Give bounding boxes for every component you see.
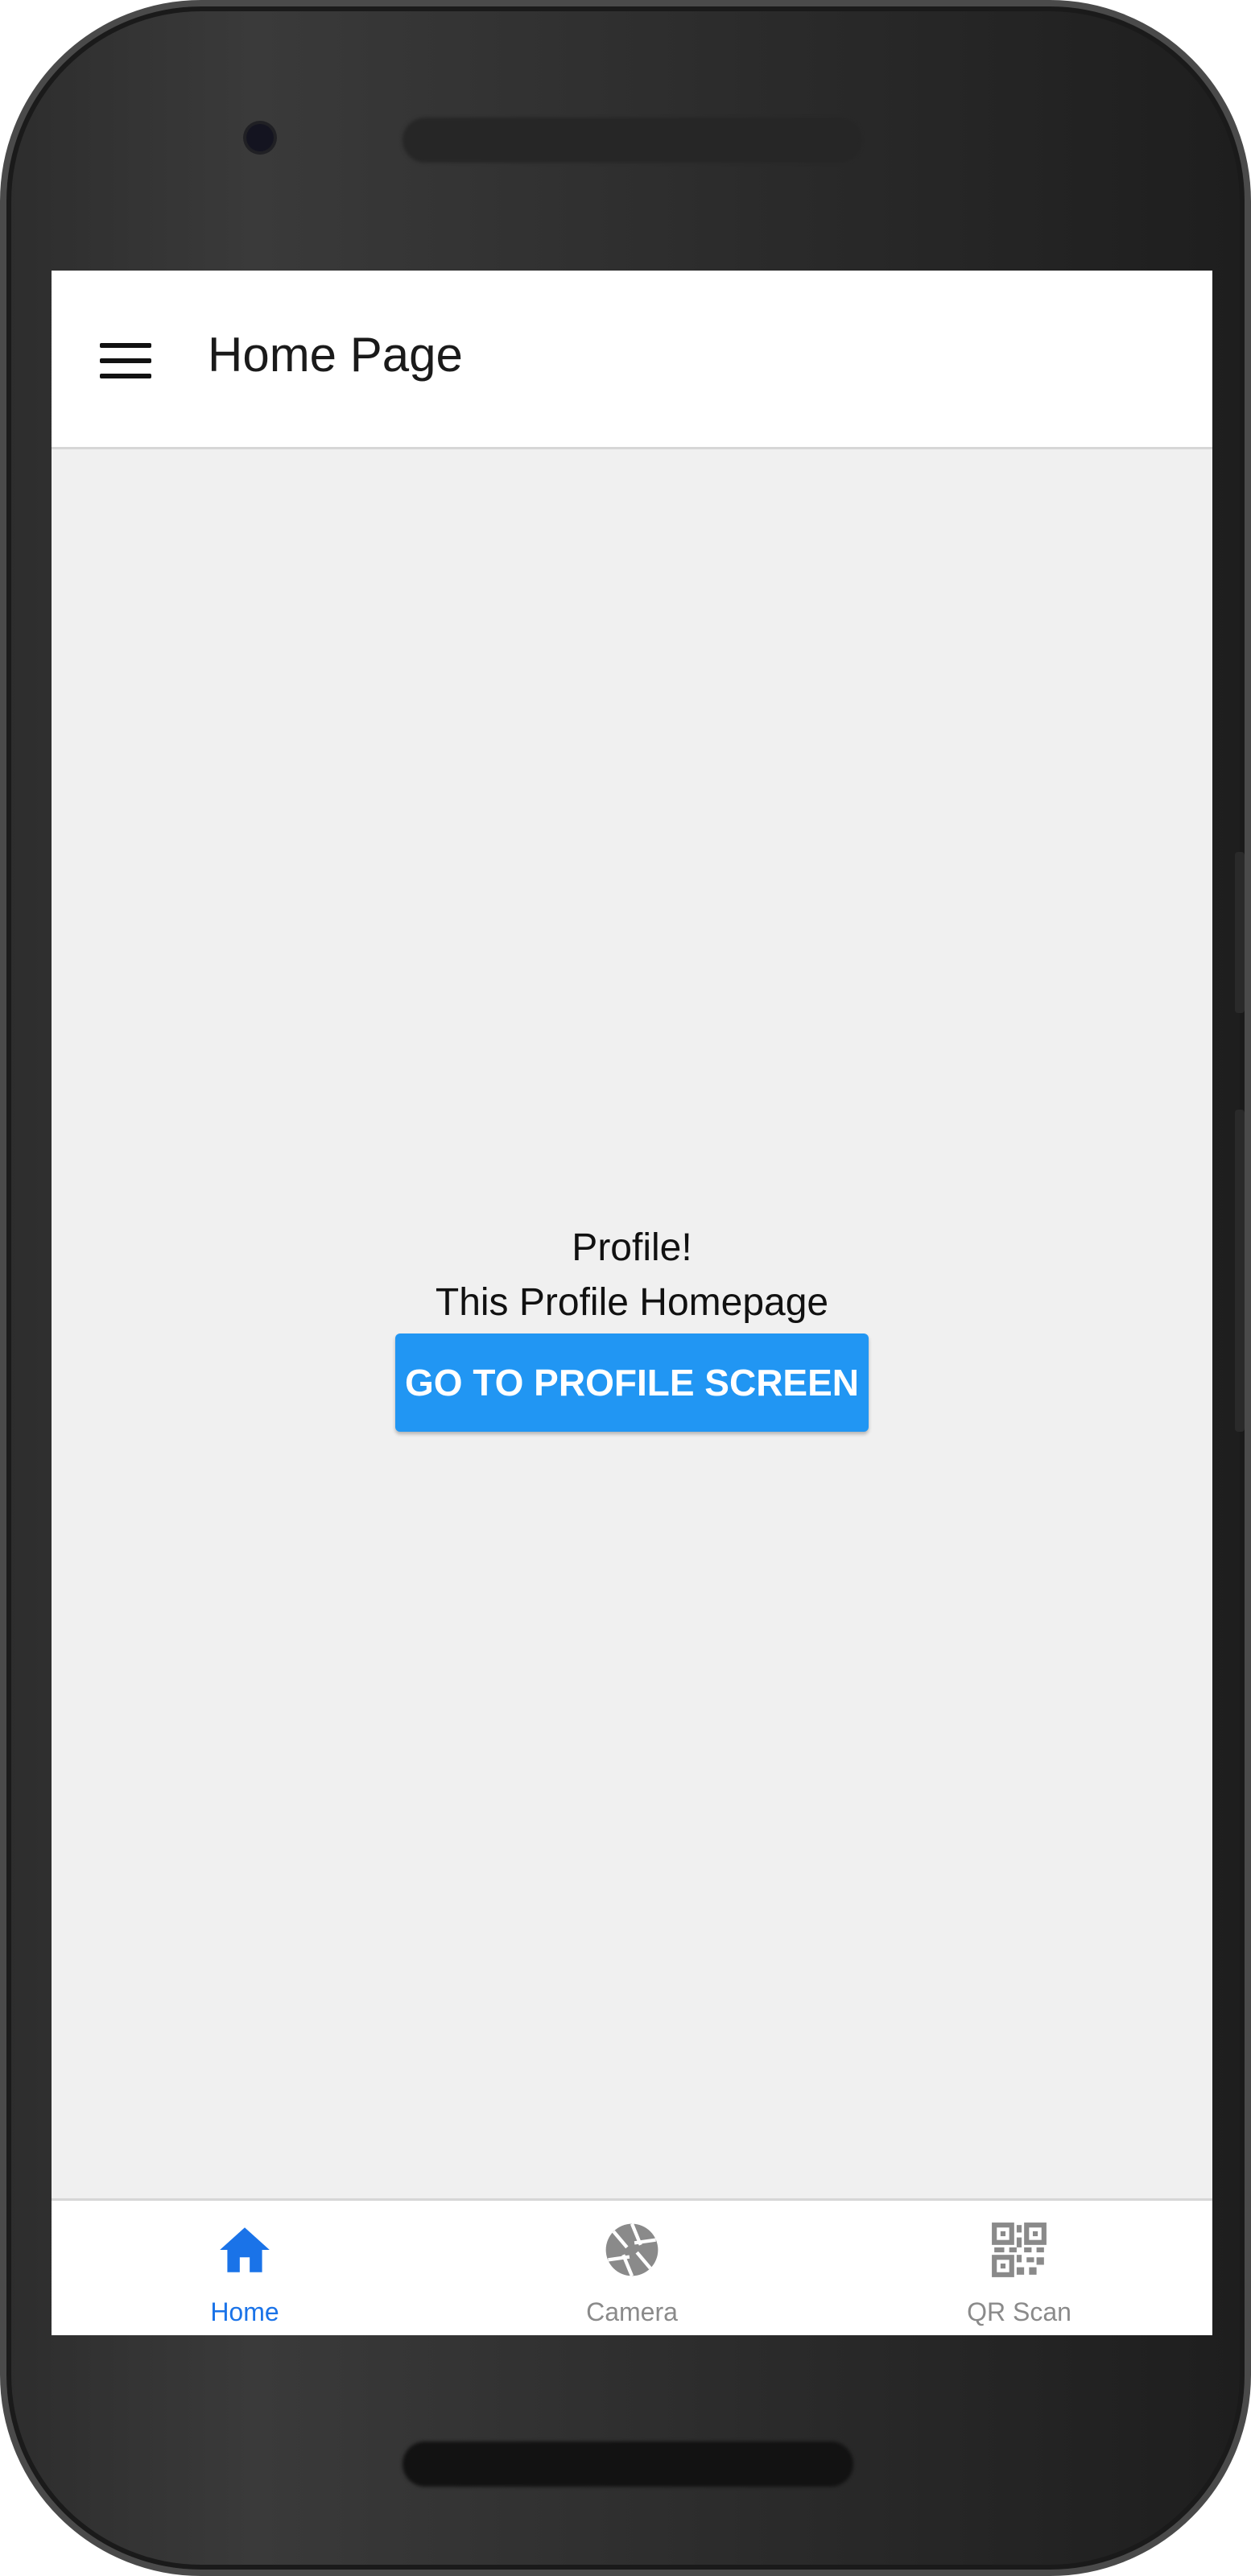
phone-frame: Home Page Profile! This Profile Homepage…: [0, 0, 1251, 2576]
tab-camera[interactable]: Camera: [439, 2201, 825, 2335]
page-title: Home Page: [208, 328, 463, 382]
app-screen: Home Page Profile! This Profile Homepage…: [52, 271, 1212, 2335]
profile-content: Profile! This Profile Homepage GO TO PRO…: [52, 1221, 1212, 1432]
bottom-speaker: [403, 2442, 853, 2487]
hamburger-menu-icon[interactable]: [100, 343, 151, 378]
app-header: Home Page: [52, 271, 1212, 449]
volume-button: [1235, 852, 1245, 1013]
front-camera: [246, 124, 274, 151]
power-button: [1235, 1110, 1245, 1432]
tab-home[interactable]: Home: [52, 2201, 438, 2335]
bottom-tab-bar: Home Camera QR Scan: [52, 2198, 1212, 2335]
go-to-profile-button[interactable]: GO TO PROFILE SCREEN: [395, 1333, 869, 1432]
earpiece-speaker: [403, 118, 861, 163]
tab-camera-label: Camera: [586, 2297, 678, 2326]
profile-heading: Profile!: [572, 1226, 692, 1269]
profile-subheading: This Profile Homepage: [435, 1281, 829, 1324]
camera-aperture-icon: [605, 2222, 659, 2277]
tab-home-label: Home: [210, 2297, 279, 2326]
tab-qr-scan[interactable]: QR Scan: [826, 2201, 1212, 2335]
qr-code-icon: [992, 2222, 1047, 2277]
tab-qr-scan-label: QR Scan: [967, 2297, 1071, 2326]
home-icon: [220, 2227, 270, 2272]
